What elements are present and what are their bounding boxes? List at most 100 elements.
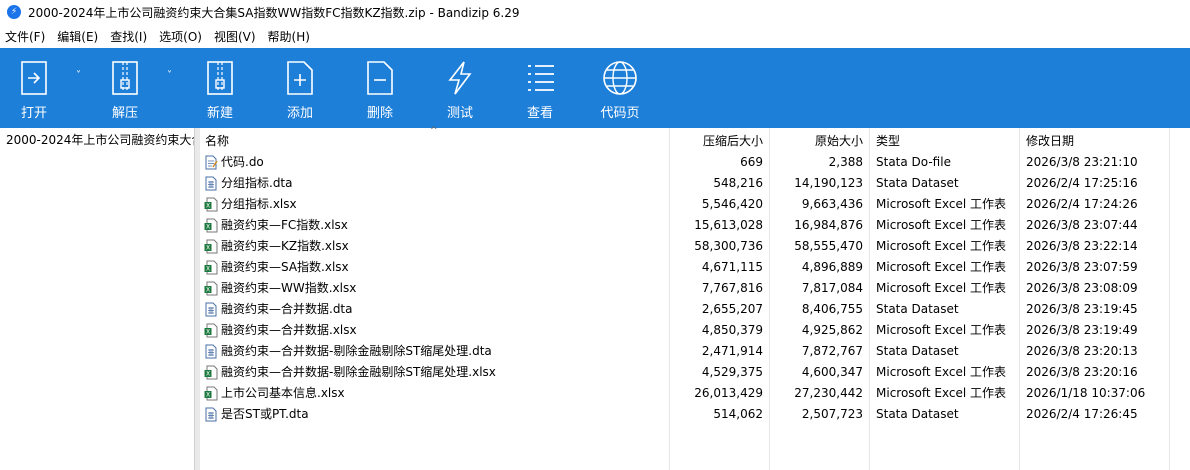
svg-text:X: X	[206, 266, 210, 273]
stata-do-file-icon	[205, 155, 218, 170]
file-row[interactable]: 是否ST或PT.dta 514,062 2,507,723 Stata Dataset…	[199, 404, 1169, 425]
file-row[interactable]: X 融资约束—合并数据.xlsx 4,850,379 4,925,862 Microso…	[199, 320, 1169, 341]
delete-label: 删除	[366, 106, 393, 121]
file-type: Microsoft Excel 工作表	[876, 365, 1007, 379]
svg-text:X: X	[206, 245, 210, 252]
modified-date: 2026/2/4 17:25:16	[1026, 176, 1138, 190]
compressed-size: 7,767,816	[701, 281, 763, 295]
extract-button[interactable]: 解压	[105, 48, 145, 128]
file-type: Microsoft Excel 工作表	[876, 239, 1007, 253]
file-name: 分组指标.xlsx	[221, 197, 297, 211]
file-row[interactable]: X 融资约束—SA指数.xlsx 4,671,115 4,896,889 Microso…	[199, 257, 1169, 278]
file-name: 融资约束—合并数据-剔除金融剔除ST缩尾处理.dta	[221, 344, 492, 358]
view-button[interactable]: 查看	[520, 48, 560, 128]
compressed-size: 4,529,375	[701, 365, 763, 379]
column-header-modified[interactable]: 修改日期	[1026, 128, 1074, 152]
codepage-button[interactable]: 代码页	[599, 48, 641, 128]
file-name: 代码.do	[221, 155, 264, 169]
extract-dropdown-chevron-icon[interactable]: ˅	[167, 70, 172, 81]
lightning-icon	[448, 61, 472, 95]
excel-file-icon: X	[204, 218, 218, 233]
new-button[interactable]: 新建	[200, 48, 240, 128]
excel-file-icon: X	[204, 323, 218, 338]
extract-label: 解压	[111, 106, 138, 121]
file-type: Microsoft Excel 工作表	[876, 281, 1007, 295]
compressed-size: 26,013,429	[694, 386, 763, 400]
compressed-size: 4,850,379	[701, 323, 763, 337]
original-size: 2,507,723	[801, 407, 863, 421]
column-header-type[interactable]: 类型	[876, 128, 900, 152]
menu-find[interactable]: 查找(I)	[104, 28, 153, 45]
modified-date: 2026/3/8 23:22:14	[1026, 239, 1138, 253]
file-name: 融资约束—合并数据-剔除金融剔除ST缩尾处理.xlsx	[221, 365, 496, 379]
modified-date: 2026/2/4 17:24:26	[1026, 197, 1138, 211]
open-icon	[21, 61, 47, 95]
file-type: Stata Dataset	[876, 407, 959, 421]
file-row[interactable]: X 上市公司基本信息.xlsx 26,013,429 27,230,442 Micros…	[199, 383, 1169, 404]
stata-dataset-icon	[205, 407, 217, 422]
delete-button[interactable]: 删除	[360, 48, 400, 128]
file-row[interactable]: X 融资约束—合并数据-剔除金融剔除ST缩尾处理.xlsx 4,529,375 4,6…	[199, 362, 1169, 383]
original-size: 14,190,123	[794, 176, 863, 190]
svg-text:X: X	[206, 224, 210, 231]
file-name: 融资约束—合并数据.xlsx	[221, 323, 357, 337]
compressed-size: 2,655,207	[701, 302, 763, 316]
file-type: Microsoft Excel 工作表	[876, 323, 1007, 337]
menu-options[interactable]: 选项(O)	[153, 28, 208, 45]
file-row[interactable]: X 分组指标.xlsx 5,546,420 9,663,436 Microsoft Ex…	[199, 194, 1169, 215]
compressed-size: 5,546,420	[701, 197, 763, 211]
original-size: 9,663,436	[801, 197, 863, 211]
file-row[interactable]: X 融资约束—WW指数.xlsx 7,767,816 7,817,084 Microso…	[199, 278, 1169, 299]
open-button[interactable]: 打开	[14, 48, 54, 128]
delete-file-icon	[367, 61, 393, 95]
file-row[interactable]: 融资约束—合并数据-剔除金融剔除ST缩尾处理.dta 2,471,914 7,872…	[199, 341, 1169, 362]
stata-dataset-icon	[205, 176, 217, 191]
window-title: 2000-2024年上市公司融资约束大合集SA指数WW指数FC指数KZ指数.zi…	[28, 5, 520, 20]
modified-date: 2026/1/18 10:37:06	[1026, 386, 1146, 400]
file-row[interactable]: 融资约束—合并数据.dta 2,655,207 8,406,755 Stata Dat…	[199, 299, 1169, 320]
original-size: 7,817,084	[801, 281, 863, 295]
toolbar: 打开 ˅ 解压 ˅ 新建 添加 删除 测试 查看 代码页	[0, 48, 1190, 128]
menu-edit[interactable]: 编辑(E)	[51, 28, 104, 45]
file-name: 是否ST或PT.dta	[221, 407, 309, 421]
original-size: 4,925,862	[801, 323, 863, 337]
file-name: 融资约束—SA指数.xlsx	[221, 260, 349, 274]
excel-file-icon: X	[204, 239, 218, 254]
add-button[interactable]: 添加	[280, 48, 320, 128]
file-type: Stata Dataset	[876, 176, 959, 190]
test-button[interactable]: 测试	[440, 48, 480, 128]
file-type: Stata Dataset	[876, 302, 959, 316]
compressed-size: 548,216	[713, 176, 763, 190]
menu-file[interactable]: 文件(F)	[0, 28, 51, 45]
stata-dataset-icon	[205, 344, 217, 359]
modified-date: 2026/3/8 23:07:59	[1026, 260, 1138, 274]
svg-text:X: X	[206, 329, 210, 336]
file-row[interactable]: 代码.do 669 2,388 Stata Do-file 2026/3/8 23:21…	[199, 152, 1169, 173]
compressed-size: 4,671,115	[701, 260, 763, 274]
excel-file-icon: X	[204, 281, 218, 296]
file-type: Stata Do-file	[876, 155, 951, 169]
file-name: 分组指标.dta	[221, 176, 293, 190]
column-header-original[interactable]: 原始大小	[769, 128, 863, 152]
compressed-size: 2,471,914	[701, 344, 763, 358]
open-dropdown-chevron-icon[interactable]: ˅	[76, 70, 81, 81]
file-row[interactable]: X 融资约束—FC指数.xlsx 15,613,028 16,984,876 Micro…	[199, 215, 1169, 236]
open-label: 打开	[20, 106, 47, 121]
list-view-icon	[528, 65, 554, 91]
folder-tree-panel	[0, 128, 194, 470]
sort-ascending-icon: ^	[430, 126, 438, 136]
bandizip-icon: ⚡	[7, 5, 21, 19]
original-size: 4,896,889	[801, 260, 863, 274]
tree-root-item[interactable]: ZIP 2000-2024年上市公司融资约束大合集SA指数WW指数FC指数KZ指…	[2, 131, 194, 148]
menu-help[interactable]: 帮助(H)	[262, 28, 316, 45]
file-row[interactable]: X 融资约束—KZ指数.xlsx 58,300,736 58,555,470 Micro…	[199, 236, 1169, 257]
file-row[interactable]: 分组指标.dta 548,216 14,190,123 Stata Dataset 20…	[199, 173, 1169, 194]
file-name: 上市公司基本信息.xlsx	[221, 386, 345, 400]
column-header-compressed[interactable]: 压缩后大小	[669, 128, 763, 152]
file-name: 融资约束—合并数据.dta	[221, 302, 353, 316]
column-header-name[interactable]: 名称	[205, 128, 229, 152]
test-label: 测试	[446, 106, 473, 121]
excel-file-icon: X	[204, 386, 218, 401]
menu-view[interactable]: 视图(V)	[208, 28, 262, 45]
file-type: Microsoft Excel 工作表	[876, 218, 1007, 232]
